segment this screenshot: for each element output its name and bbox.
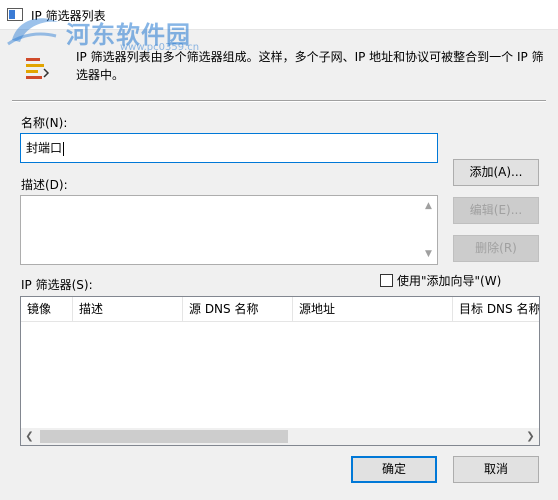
- wizard-checkbox[interactable]: [380, 274, 393, 287]
- add-button[interactable]: 添加(A)...: [453, 159, 539, 186]
- remove-button[interactable]: 删除(R): [453, 235, 539, 262]
- list-horizontal-scrollbar[interactable]: ❮ ❯: [21, 428, 539, 445]
- watermark-logo-icon: [7, 18, 58, 46]
- column-header-source-address[interactable]: 源地址: [293, 297, 453, 322]
- cancel-button[interactable]: 取消: [453, 456, 539, 483]
- separator: [12, 100, 546, 102]
- scroll-down-icon[interactable]: ▼: [420, 246, 437, 262]
- name-field[interactable]: 封端口: [20, 133, 438, 163]
- list-header: 镜像 描述 源 DNS 名称 源地址 目标 DNS 名称: [21, 297, 539, 322]
- scroll-up-icon[interactable]: ▲: [420, 198, 437, 214]
- description-field[interactable]: ▲ ▼: [20, 195, 438, 265]
- edit-button[interactable]: 编辑(E)...: [453, 197, 539, 224]
- dialog-description: IP 筛选器列表由多个筛选器组成。这样，多个子网、IP 地址和协议可被整合到一个…: [76, 50, 544, 82]
- filters-label: IP 筛选器(S):: [21, 278, 93, 292]
- name-label: 名称(N):: [21, 116, 68, 130]
- description-label: 描述(D):: [21, 178, 68, 192]
- wizard-checkbox-label: 使用"添加向导"(W): [397, 274, 502, 288]
- name-value: 封端口: [26, 141, 63, 155]
- description-scrollbar[interactable]: ▲ ▼: [420, 196, 437, 264]
- wizard-option[interactable]: 使用"添加向导"(W): [380, 272, 501, 289]
- ok-button[interactable]: 确定: [351, 456, 437, 483]
- scroll-left-icon[interactable]: ❮: [21, 428, 38, 445]
- filter-list-icon: [26, 58, 50, 79]
- scroll-right-icon[interactable]: ❯: [522, 428, 539, 445]
- column-header-description[interactable]: 描述: [73, 297, 183, 322]
- filter-list[interactable]: 镜像 描述 源 DNS 名称 源地址 目标 DNS 名称 ❮ ❯: [20, 296, 540, 446]
- text-caret: [63, 141, 65, 156]
- column-header-dest-dns[interactable]: 目标 DNS 名称: [453, 297, 539, 322]
- column-header-mirror[interactable]: 镜像: [21, 297, 73, 322]
- scrollbar-thumb[interactable]: [40, 430, 288, 443]
- column-header-source-dns[interactable]: 源 DNS 名称: [183, 297, 293, 322]
